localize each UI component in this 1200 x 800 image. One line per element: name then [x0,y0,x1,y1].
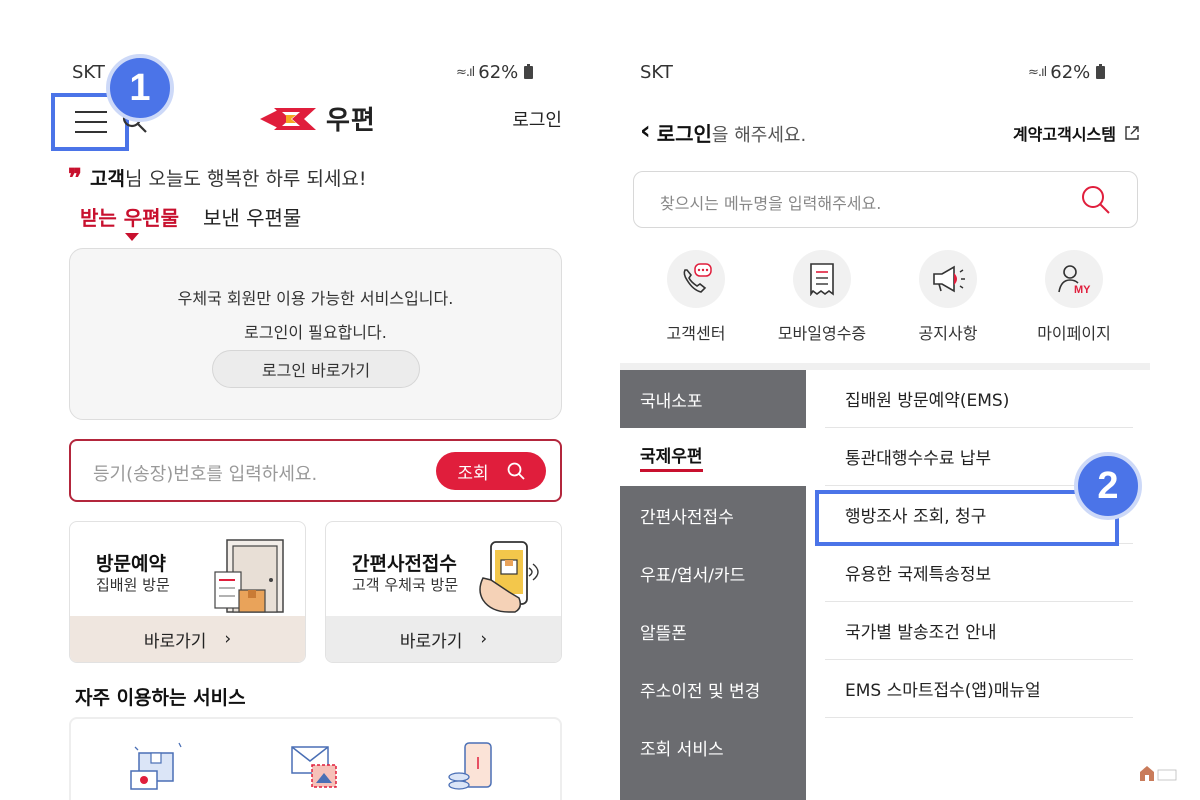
signal-icon: ≈.ıl [456,65,475,80]
category-easy-preregistration[interactable]: 간편사전접수 [620,486,806,544]
post-logo[interactable]: 우편 [260,100,376,137]
right-phone-screen: SKT ≈.ıl 62% ‹ 로그인을 해주세요. 계약고객시스템 찾으시는 메… [620,0,1150,800]
login-notice-line1: 우체국 회원만 이용 가능한 서비스입니다. [177,289,454,308]
divider [620,363,1150,370]
search-icon[interactable] [1081,185,1111,215]
easy-preregistration-card[interactable]: 간편사전접수 고객 우체국 방문 바로가기 › [325,521,562,663]
login-link[interactable]: 로그인 [512,106,562,132]
card-subtitle: 고객 우체국 방문 [352,576,459,594]
card-action[interactable]: 바로가기 › [70,616,305,662]
category-address-change[interactable]: 주소이전 및 변경 [620,660,806,718]
login-notice-line2: 로그인이 필요합니다. [244,323,387,342]
category-domestic-parcel[interactable]: 국내소포 [620,370,806,428]
category-lookup-service[interactable]: 조회 서비스 [620,718,806,776]
tracking-button-label: 조회 [457,463,489,484]
greeting-message: 님 오늘도 행복한 하루 되세요! [124,167,367,190]
login-prompt-bold[interactable]: 로그인 [657,122,712,146]
external-link-icon [1125,126,1139,140]
phone-hand-icon [479,541,539,613]
megaphone-icon [919,250,977,308]
highlight-box [815,490,1119,546]
svg-text:MY: MY [1074,284,1091,296]
contract-system-label: 계약고객시스템 [1012,121,1117,147]
watermark-logo-icon [1140,766,1177,781]
card-action[interactable]: 바로가기 › [326,616,561,662]
sub-menu-item[interactable]: 집배원 방문예약(EMS) [825,370,1133,428]
category-stamps-cards[interactable]: 우표/엽서/카드 [620,544,806,602]
tracking-input[interactable]: 등기(송장)번호를 입력하세요. [93,460,317,486]
card-action-label: 바로가기 [399,631,463,652]
visit-reservation-card[interactable]: 방문예약 집배원 방문 바로가기 › [69,521,306,663]
quick-mobile-receipt[interactable]: 모바일영수증 [762,250,882,344]
tracking-search: 등기(송장)번호를 입력하세요. 조회 [69,439,562,502]
status-indicators: ≈.ıl 62% [1028,62,1106,83]
menu-search-box: 찾으시는 메뉴명을 입력해주세요. [633,171,1138,228]
login-prompt-rest: 을 해주세요. [711,125,807,146]
quick-notice[interactable]: 공지사항 [888,250,1008,344]
card-subtitle: 집배원 방문 [96,576,170,594]
battery-percent: 62% [478,62,519,83]
quick-label: 모바일영수증 [777,324,867,343]
carrier-label: SKT [72,62,105,83]
category-budget-phone[interactable]: 알뜰폰 [620,602,806,660]
sub-menu-item[interactable]: EMS 스마트접수(앱)매뉴얼 [825,660,1133,718]
quick-my-page[interactable]: MY 마이페이지 [1014,250,1134,344]
menu-header: ‹ 로그인을 해주세요. [640,116,807,147]
battery-icon [524,64,534,79]
tab-received-mail[interactable]: 받는 우편물 [78,202,181,231]
frequent-services-title: 자주 이용하는 서비스 [75,687,246,709]
chevron-right-icon: › [480,629,488,649]
frequent-services-panel [69,717,562,800]
contract-system-link[interactable]: 계약고객시스템 [1012,121,1140,147]
category-international-mail[interactable]: 국제우편 [620,428,806,486]
phone-chat-icon [667,250,725,308]
receipt-icon [793,250,851,308]
search-icon [507,462,525,480]
stamp-postcard-icon[interactable] [286,739,346,795]
carrier-label: SKT [640,62,673,83]
logo-text: 우편 [326,106,376,136]
mail-tabs: 받는 우편물 보낸 우편물 [78,202,301,231]
step-badge-2: 2 [1074,452,1142,520]
tracking-search-button[interactable]: 조회 [436,452,546,490]
quick-label: 공지사항 [918,324,978,343]
my-page-icon: MY [1045,250,1103,308]
active-tab-caret-icon [125,233,139,241]
signal-icon: ≈.ıl [1028,65,1047,80]
back-chevron-icon[interactable]: ‹ [640,116,651,146]
go-login-button[interactable]: 로그인 바로가기 [212,350,420,388]
left-phone-screen: SKT ≈.ıl 62% 1 우편 로그인 ❞ 고객님 오늘도 행복한 하루 되… [50,0,580,800]
parcel-payment-icon[interactable] [129,739,189,795]
chevron-right-icon: › [224,629,232,649]
quick-label: 고객센터 [666,324,726,343]
card-action-label: 바로가기 [143,631,207,652]
card-title: 간편사전접수 [352,553,457,575]
card-title: 방문예약 [96,553,166,575]
post-logo-icon [260,107,316,130]
tab-sent-mail[interactable]: 보낸 우편물 [203,202,301,231]
battery-percent: 62% [1050,62,1091,83]
login-required-panel: 우체국 회원만 이용 가능한 서비스입니다. 로그인이 필요합니다. 로그인 바… [69,248,562,420]
quick-customer-center[interactable]: 고객센터 [636,250,756,344]
greeting: ❞ 고객님 오늘도 행복한 하루 되세요! [68,162,367,192]
category-label: 국제우편 [640,442,703,472]
status-indicators: ≈.ıl 62% [456,62,534,83]
sub-menu-item[interactable]: 국가별 발송조건 안내 [825,602,1133,660]
quick-label: 마이페이지 [1037,324,1111,343]
door-package-icon [214,539,284,613]
battery-icon [1096,64,1106,79]
sub-menu-item[interactable]: 유용한 국제특송정보 [825,544,1133,602]
menu-search-input[interactable]: 찾으시는 메뉴명을 입력해주세요. [660,190,881,214]
step-badge-1: 1 [106,54,174,122]
greeting-name: 고객 [90,167,125,190]
quote-mark-icon: ❞ [68,164,82,194]
budget-phone-icon[interactable] [443,739,503,795]
